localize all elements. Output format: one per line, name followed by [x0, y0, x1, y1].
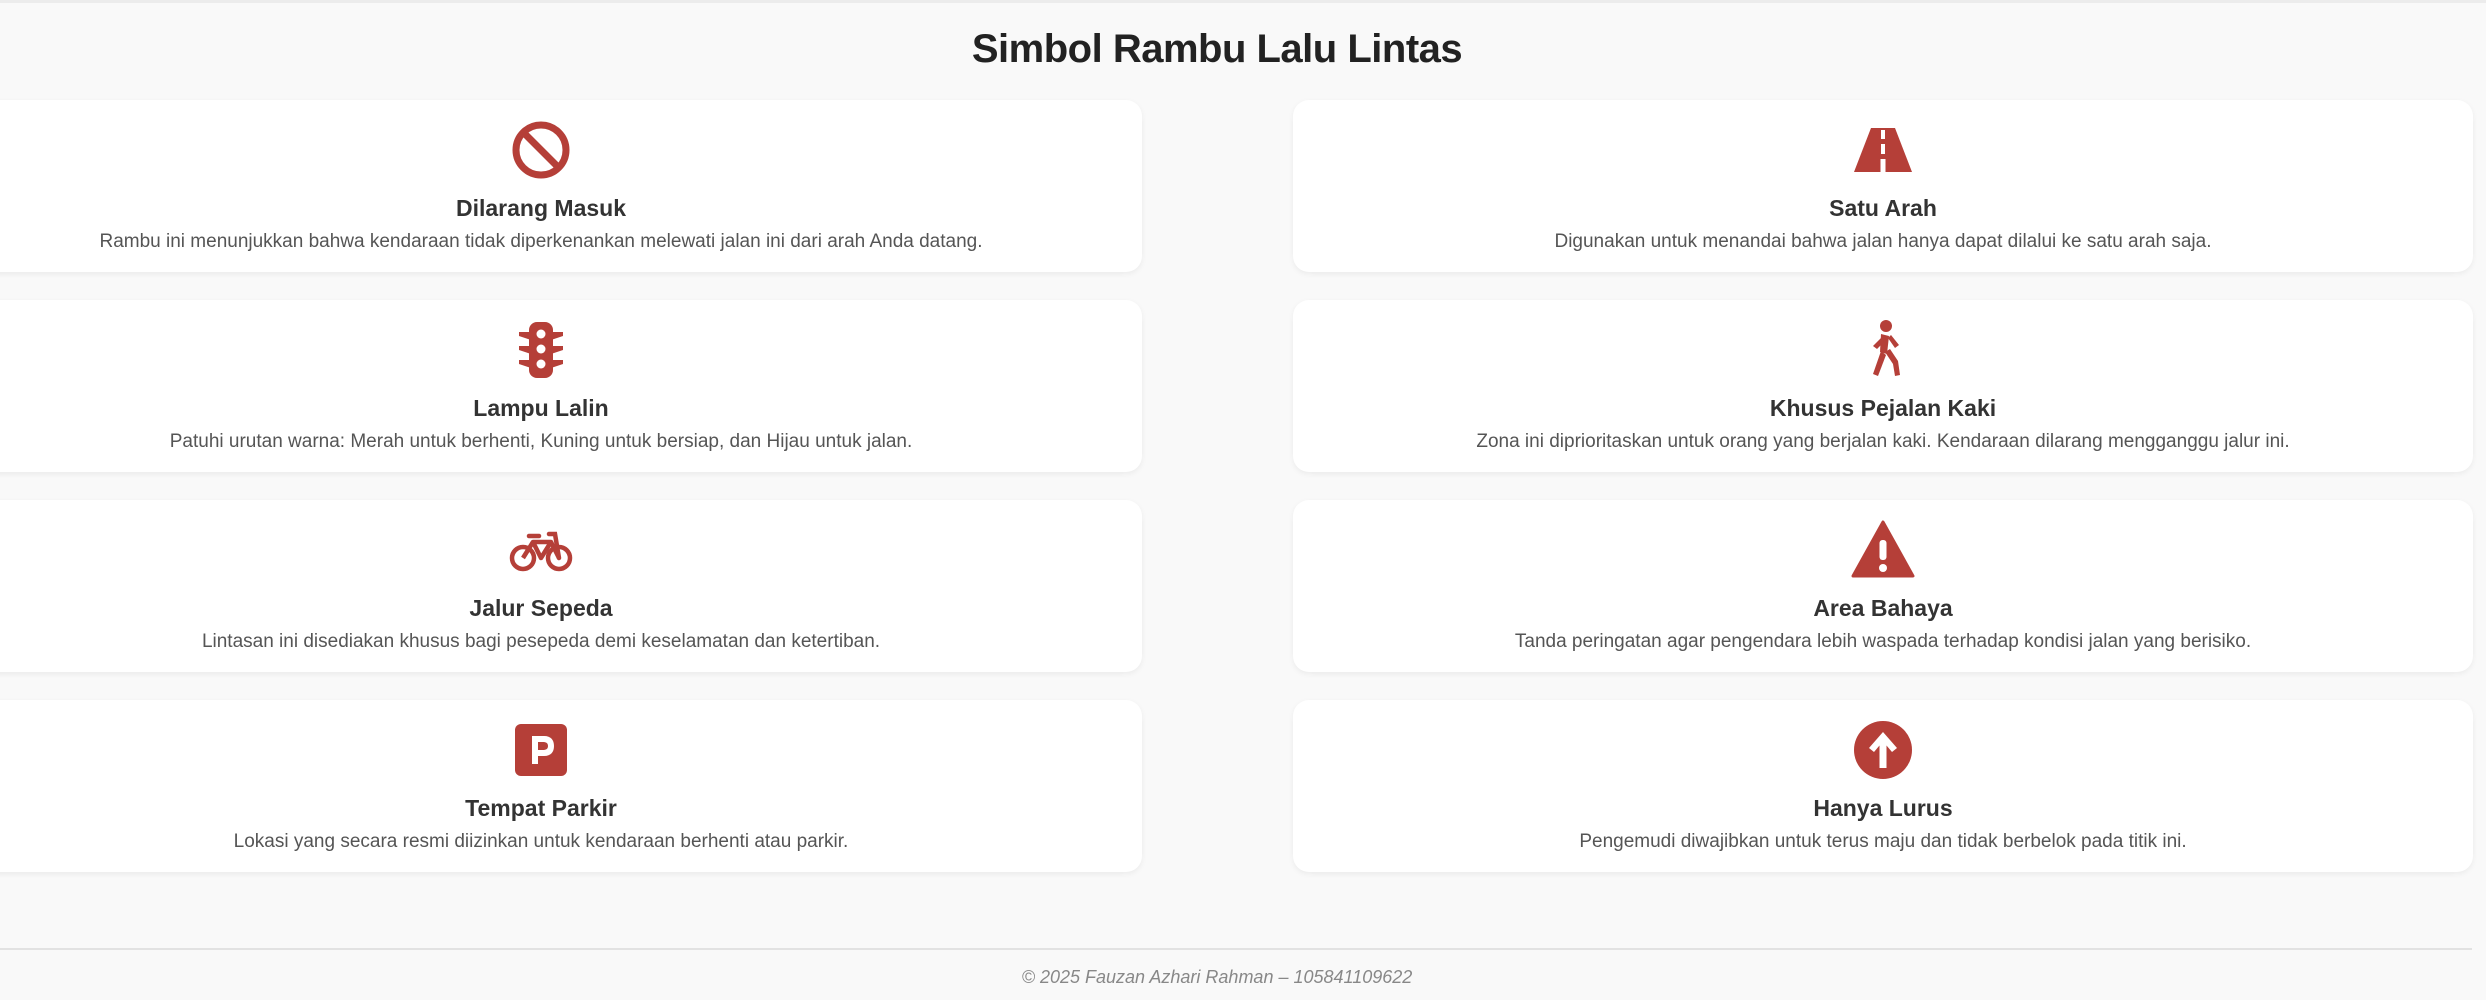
top-border	[0, 0, 2486, 3]
road-icon	[1851, 118, 1915, 182]
sign-title: Khusus Pejalan Kaki	[1769, 395, 1997, 421]
sign-description: Pengemudi diwajibkan untuk terus maju da…	[1579, 831, 2187, 852]
warning-triangle-icon	[1851, 518, 1915, 582]
sign-description: Digunakan untuk menandai bahwa jalan han…	[1554, 231, 2212, 252]
sign-card-dilarang-masuk: Dilarang Masuk Rambu ini menunjukkan bah…	[0, 100, 1142, 272]
sign-title: Jalur Sepeda	[469, 595, 613, 621]
person-walking-icon	[1851, 318, 1915, 382]
sign-card-hanya-lurus: Hanya Lurus Pengemudi diwajibkan untuk t…	[1293, 700, 2473, 872]
sign-description: Rambu ini menunjukkan bahwa kendaraan ti…	[99, 231, 983, 252]
sign-description: Patuhi urutan warna: Merah untuk berhent…	[169, 431, 913, 452]
sign-card-tempat-parkir: Tempat Parkir Lokasi yang secara resmi d…	[0, 700, 1142, 872]
sign-description: Lintasan ini disediakan khusus bagi pese…	[201, 631, 881, 652]
footer-copyright: © 2025 Fauzan Azhari Rahman – 1058411096…	[1021, 967, 1413, 987]
sign-title: Tempat Parkir	[465, 795, 617, 821]
sign-description: Lokasi yang secara resmi diizinkan untuk…	[233, 831, 849, 852]
sign-card-lampu-lalin: Lampu Lalin Patuhi urutan warna: Merah u…	[0, 300, 1142, 472]
sign-card-area-bahaya: Area Bahaya Tanda peringatan agar pengen…	[1293, 500, 2473, 672]
sign-title: Dilarang Masuk	[456, 195, 626, 221]
sign-description: Tanda peringatan agar pengendara lebih w…	[1514, 631, 2252, 652]
bicycle-icon	[509, 518, 573, 582]
sign-title: Hanya Lurus	[1813, 795, 1953, 821]
page-title: Simbol Rambu Lalu Lintas	[971, 27, 1463, 71]
arrow-up-circle-icon	[1851, 718, 1915, 782]
parking-icon	[509, 718, 573, 782]
sign-card-jalur-sepeda: Jalur Sepeda Lintasan ini disediakan khu…	[0, 500, 1142, 672]
sign-title: Area Bahaya	[1813, 595, 1953, 621]
sign-title: Lampu Lalin	[473, 395, 609, 421]
ban-icon	[509, 118, 573, 182]
footer-divider	[0, 948, 2472, 950]
sign-card-khusus-pejalan-kaki: Khusus Pejalan Kaki Zona ini diprioritas…	[1293, 300, 2473, 472]
sign-title: Satu Arah	[1829, 195, 1937, 221]
sign-description: Zona ini diprioritaskan untuk orang yang…	[1476, 431, 2290, 452]
sign-card-satu-arah: Satu Arah Digunakan untuk menandai bahwa…	[1293, 100, 2473, 272]
traffic-light-icon	[509, 318, 573, 382]
